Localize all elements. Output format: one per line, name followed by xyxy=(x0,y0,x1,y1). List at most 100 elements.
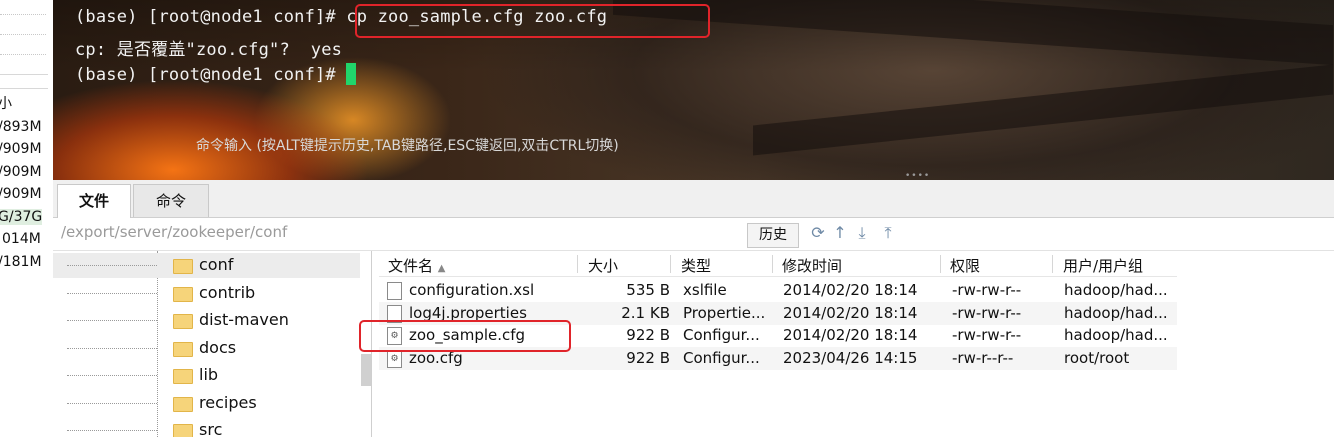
file-type: Configur... xyxy=(683,349,760,367)
tab-commands[interactable]: 命令 xyxy=(133,184,209,217)
file-list: 文件名 ▲ 大小 类型 修改时间 权限 用户/用户组 configuration… xyxy=(359,251,1334,437)
size-value: /893M xyxy=(0,119,42,135)
tree-connector xyxy=(67,265,157,266)
folder-icon xyxy=(173,397,193,412)
column-header-size[interactable]: 大小 xyxy=(588,255,618,276)
file-permissions: -rw-r--r-- xyxy=(952,349,1014,367)
config-file-icon: ⚙ xyxy=(387,350,402,368)
file-highlight-box xyxy=(359,320,571,352)
column-header-type[interactable]: 类型 xyxy=(681,255,711,276)
divider xyxy=(0,14,46,15)
file-size: 535 B xyxy=(626,281,670,299)
file-name: configuration.xsl xyxy=(409,281,535,299)
size-value: 014M xyxy=(2,231,41,247)
file-owner: hadoop/had... xyxy=(1064,304,1168,322)
terminal-line: (base) [root@node1 conf]# xyxy=(75,63,357,85)
refresh-icon[interactable]: ⟳ xyxy=(808,223,828,243)
tree-connector xyxy=(67,320,157,321)
path-input[interactable]: /export/server/zookeeper/conf xyxy=(61,223,287,241)
file-type: Propertie... xyxy=(683,304,766,322)
up-arrow-icon[interactable]: ↑ xyxy=(830,223,850,243)
file-size: 922 B xyxy=(626,326,670,344)
terminal-prompt: (base) [root@node1 conf]# xyxy=(75,7,336,27)
directory-tree: conf contrib dist-maven docs lib recipes… xyxy=(53,251,374,437)
terminal-prompt: (base) [root@node1 conf]# xyxy=(75,65,336,85)
file-owner: hadoop/had... xyxy=(1064,326,1168,344)
file-permissions: -rw-rw-r-- xyxy=(952,304,1022,322)
command-input-hint: 命令输入 (按ALT键提示历史,TAB键路径,ESC键返回,双击CTRL切换) xyxy=(196,138,619,154)
tree-item-label: conf xyxy=(199,255,234,274)
file-icon xyxy=(387,282,402,300)
column-header-owner[interactable]: 用户/用户组 xyxy=(1063,255,1143,276)
tree-connector xyxy=(67,348,157,349)
file-list-header: 文件名 ▲ 大小 类型 修改时间 权限 用户/用户组 xyxy=(379,251,1177,277)
tree-connector xyxy=(67,293,157,294)
file-permissions: -rw-rw-r-- xyxy=(952,281,1022,299)
background-decoration xyxy=(613,0,1333,66)
tree-item-label: src xyxy=(199,420,223,437)
tree-scrollbar-thumb[interactable] xyxy=(361,354,371,386)
terminal-line: cp: 是否覆盖"zoo.cfg"? yes xyxy=(75,40,343,60)
download-icon[interactable]: ⤓ xyxy=(852,223,872,243)
file-owner: hadoop/had... xyxy=(1064,281,1168,299)
column-separator[interactable] xyxy=(772,255,773,273)
left-panel: 小 /893M /909M /909M /909M G/37G 014M /18… xyxy=(0,0,50,437)
file-modified: 2014/02/20 18:14 xyxy=(783,326,918,344)
size-value: /181M xyxy=(0,254,42,270)
size-value: G/37G xyxy=(0,209,43,225)
file-modified: 2023/04/26 14:15 xyxy=(783,349,918,367)
file-type: xslfile xyxy=(683,281,727,299)
tree-item-lib[interactable]: lib xyxy=(53,363,360,388)
column-header-modified[interactable]: 修改时间 xyxy=(782,255,842,276)
history-button[interactable]: 历史 xyxy=(747,223,799,248)
file-type: Configur... xyxy=(683,326,760,344)
folder-icon xyxy=(173,369,193,384)
file-modified: 2014/02/20 18:14 xyxy=(783,304,918,322)
tree-item-label: contrib xyxy=(199,283,256,302)
column-header-permissions[interactable]: 权限 xyxy=(950,255,980,276)
folder-icon xyxy=(173,259,193,274)
path-bar: /export/server/zookeeper/conf 历史 ⟳ ↑ ⤓ ⤒ xyxy=(53,218,1334,251)
column-separator[interactable] xyxy=(1052,255,1053,273)
divider xyxy=(0,88,48,89)
column-separator[interactable] xyxy=(940,255,941,273)
resize-grip-icon[interactable]: •••• xyxy=(905,172,941,181)
column-separator[interactable] xyxy=(577,255,578,273)
background-decoration xyxy=(753,64,1333,156)
folder-icon xyxy=(173,342,193,357)
tab-files[interactable]: 文件 xyxy=(57,184,131,218)
tree-item-dist-maven[interactable]: dist-maven xyxy=(53,308,360,333)
size-value: /909M xyxy=(0,141,42,157)
folder-icon xyxy=(173,287,193,302)
tab-bar: 文件 命令 xyxy=(53,180,1334,218)
tree-connector xyxy=(67,403,157,404)
terminal-panel[interactable]: (base) [root@node1 conf]# cp zoo_sample.… xyxy=(53,0,1334,180)
folder-icon xyxy=(173,424,193,437)
tree-item-contrib[interactable]: contrib xyxy=(53,281,360,306)
size-value: /909M xyxy=(0,186,42,202)
divider xyxy=(0,54,46,55)
tree-item-conf[interactable]: conf xyxy=(53,253,360,278)
tree-item-recipes[interactable]: recipes xyxy=(53,391,360,416)
column-separator[interactable] xyxy=(670,255,671,273)
divider xyxy=(0,34,46,35)
tree-item-label: dist-maven xyxy=(199,310,289,329)
file-modified: 2014/02/20 18:14 xyxy=(783,281,918,299)
sort-ascending-icon: ▲ xyxy=(437,263,446,274)
file-row[interactable]: configuration.xsl 535 B xslfile 2014/02/… xyxy=(379,279,1177,302)
divider xyxy=(0,74,48,75)
tree-item-label: docs xyxy=(199,338,237,357)
tree-item-docs[interactable]: docs xyxy=(53,336,360,361)
file-size: 2.1 KB xyxy=(621,304,670,322)
tree-connector xyxy=(67,375,157,376)
size-value: /909M xyxy=(0,164,42,180)
tree-item-label: recipes xyxy=(199,393,257,412)
column-header-name[interactable]: 文件名 ▲ xyxy=(388,255,446,276)
folder-icon xyxy=(173,314,193,329)
terminal-cursor xyxy=(346,63,357,85)
tree-item-src[interactable]: src xyxy=(53,418,360,437)
file-size: 922 B xyxy=(626,349,670,367)
file-owner: root/root xyxy=(1064,349,1130,367)
upload-icon[interactable]: ⤒ xyxy=(878,223,898,243)
tree-item-label: lib xyxy=(199,365,219,384)
